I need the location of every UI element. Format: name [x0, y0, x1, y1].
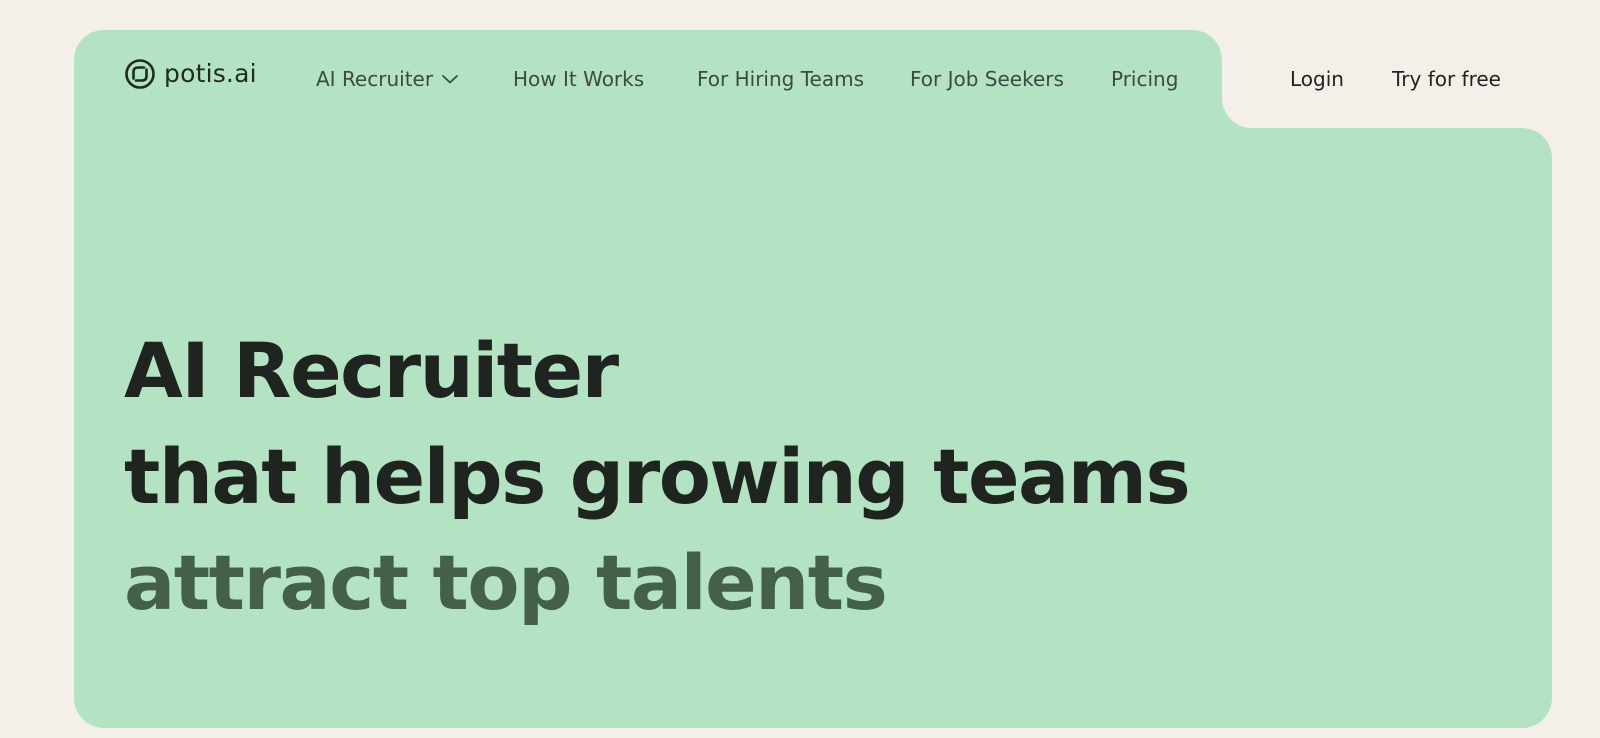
- hero-headline-line-3: attract top talents: [124, 538, 888, 627]
- nav-item-for-hiring-teams[interactable]: For Hiring Teams: [697, 66, 864, 92]
- try-for-free-link[interactable]: Try for free: [1392, 66, 1501, 92]
- brand-name: potis.ai: [164, 59, 257, 88]
- nav-item-label: AI Recruiter: [316, 67, 434, 91]
- potis-logo-icon: [125, 59, 155, 89]
- hero-headline-line-2: that helps growing teams: [124, 432, 1191, 521]
- hero-headline: AI Recruiter that helps growing teams at…: [124, 318, 1191, 636]
- hero-headline-line-1: AI Recruiter: [124, 326, 619, 415]
- nav-item-ai-recruiter[interactable]: AI Recruiter: [316, 66, 459, 92]
- nav-item-how-it-works[interactable]: How It Works: [513, 66, 644, 92]
- brand-logo[interactable]: potis.ai: [124, 58, 257, 90]
- nav-item-pricing[interactable]: Pricing: [1111, 66, 1178, 92]
- chevron-down-icon: [442, 75, 458, 84]
- login-link[interactable]: Login: [1290, 66, 1344, 92]
- nav-item-for-job-seekers[interactable]: For Job Seekers: [910, 66, 1064, 92]
